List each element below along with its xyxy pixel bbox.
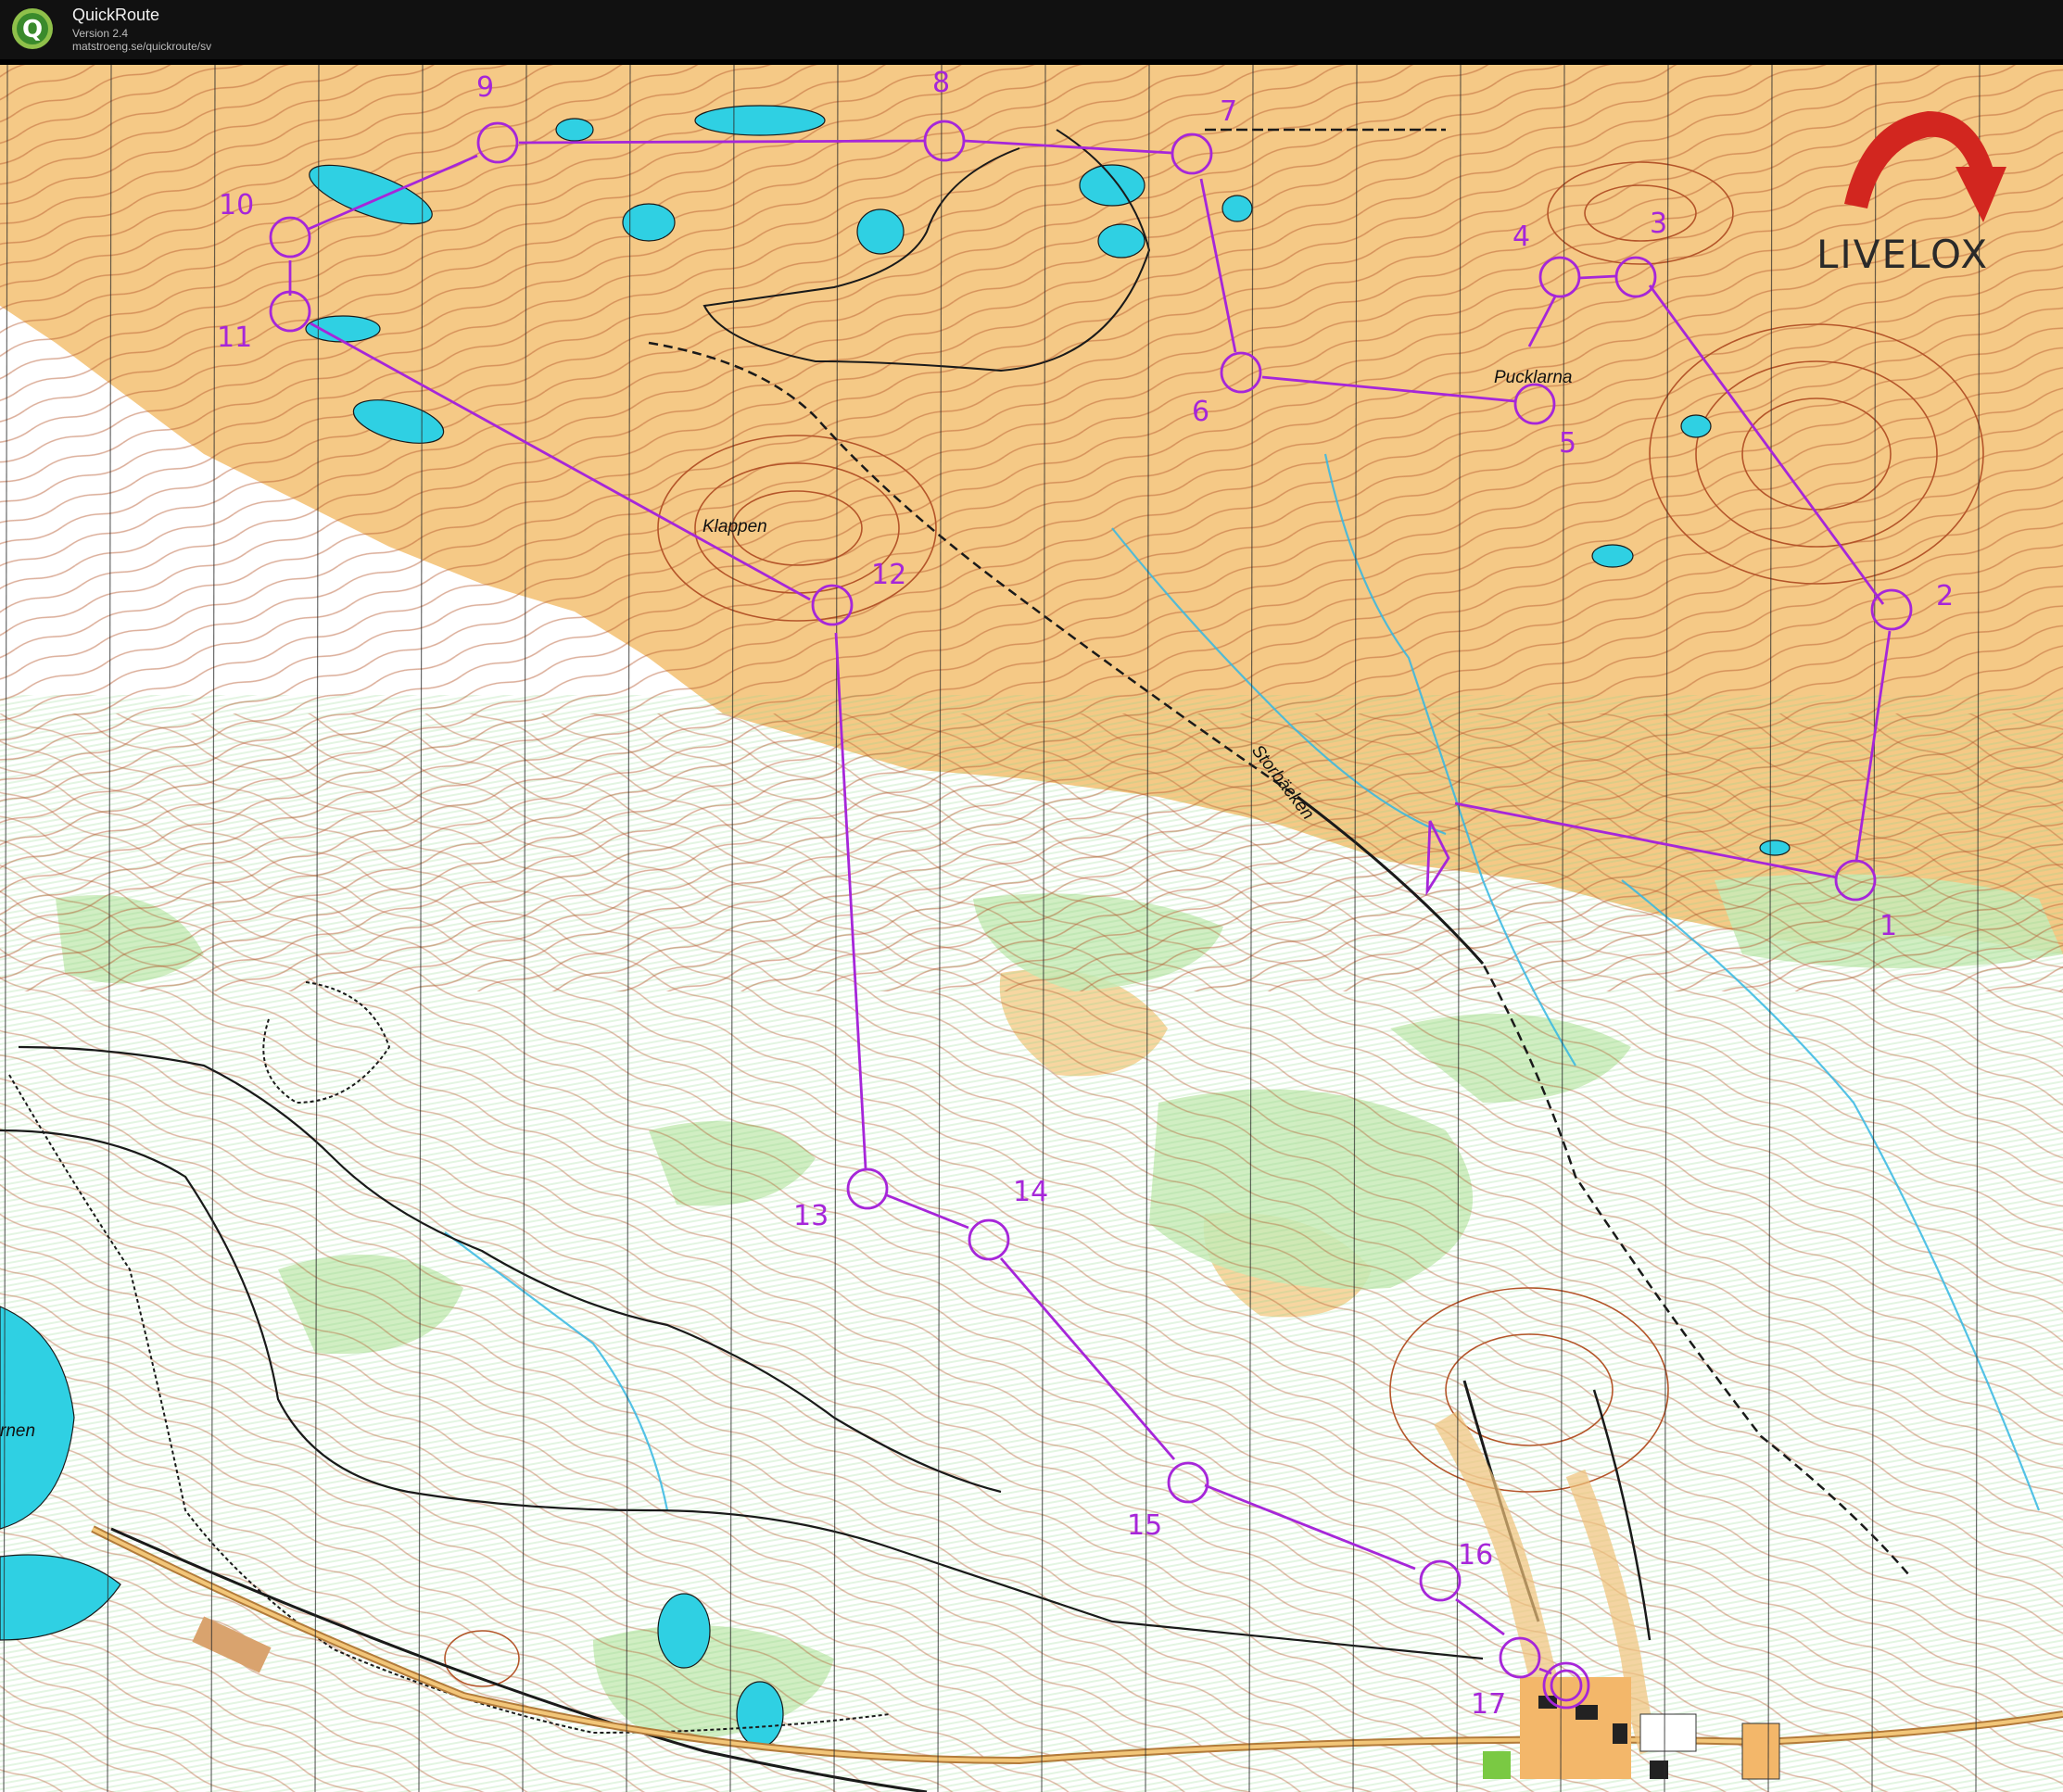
control-label-7: 7 [1220,95,1237,128]
control-label-8: 8 [932,67,950,99]
orienteering-map[interactable]: Klappen Pucklarna Storbäcken rnen 1 2 3 … [0,65,2063,1792]
control-label-16: 16 [1458,1539,1493,1571]
control-label-6: 6 [1192,396,1209,428]
place-name-klappen: Klappen [702,517,767,536]
logo-letter: Q [22,16,43,44]
map-canvas[interactable]: Klappen Pucklarna Storbäcken rnen 1 2 3 … [0,65,2063,1792]
place-name-lake: rnen [0,1421,35,1441]
control-label-5: 5 [1559,427,1576,460]
app-name: QuickRoute [72,6,160,24]
quickroute-logo-icon: Q [12,8,53,49]
control-label-3: 3 [1650,208,1667,240]
app-url[interactable]: matstroeng.se/quickroute/sv [72,40,211,53]
control-label-12: 12 [871,559,906,591]
control-label-1: 1 [1879,910,1897,942]
course-leg-8-9 [518,139,925,145]
app-version: Version 2.4 [72,27,129,40]
control-label-11: 11 [217,322,252,354]
control-label-17: 17 [1471,1688,1506,1721]
control-label-14: 14 [1013,1176,1048,1208]
control-label-2: 2 [1936,580,1954,612]
course-leg-3-4 [1578,274,1617,280]
control-label-9: 9 [476,71,494,104]
control-label-4: 4 [1512,221,1530,253]
title-bar: Q QuickRoute Version 2.4 matstroeng.se/q… [0,0,2063,59]
control-label-15: 15 [1127,1509,1162,1542]
control-label-13: 13 [793,1200,829,1232]
livelox-logo-text: LIVELOX [1816,232,1989,277]
control-label-10: 10 [219,189,254,221]
